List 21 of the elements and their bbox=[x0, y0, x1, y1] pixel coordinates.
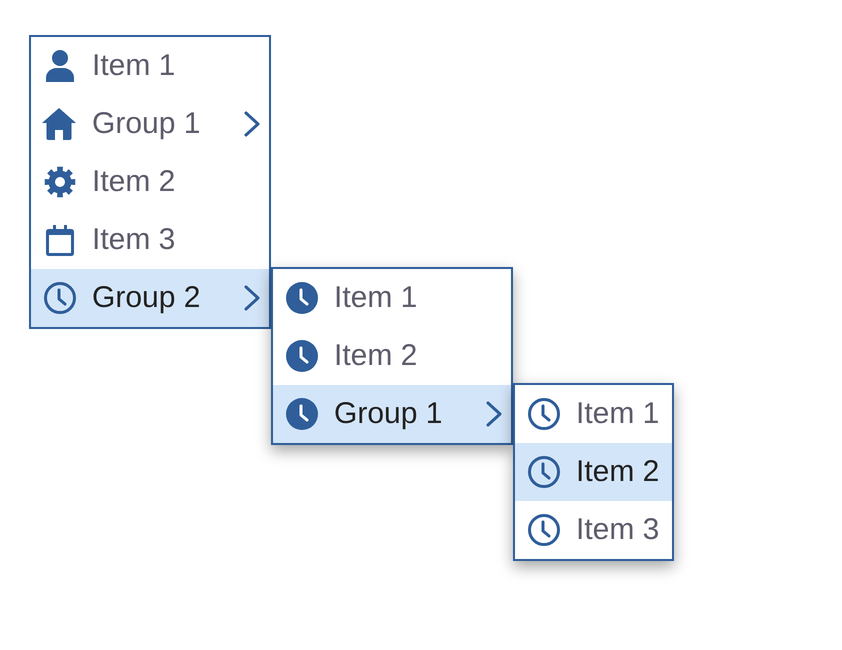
clock-icon bbox=[286, 340, 318, 372]
house-icon bbox=[42, 108, 76, 140]
menu-item[interactable]: Item 2 bbox=[273, 327, 511, 385]
menu-item[interactable]: Item 2 bbox=[515, 443, 672, 501]
clock-icon bbox=[528, 398, 560, 430]
gear-icon bbox=[44, 166, 76, 198]
chevron-right-icon bbox=[486, 401, 502, 427]
clock-icon bbox=[44, 282, 76, 314]
chevron-right-icon bbox=[244, 111, 260, 137]
clock-icon bbox=[286, 282, 318, 314]
clock-icon bbox=[528, 514, 560, 546]
person-icon bbox=[46, 50, 74, 82]
chevron-right-icon bbox=[244, 285, 260, 311]
calendar-icon bbox=[46, 224, 74, 256]
menu-item[interactable]: Item 1 bbox=[515, 385, 672, 443]
clock-icon bbox=[286, 398, 318, 430]
menu-item[interactable]: Item 1 bbox=[273, 269, 511, 327]
submenu-item[interactable]: Group 2 bbox=[31, 269, 269, 327]
submenu-item[interactable]: Group 1 bbox=[273, 385, 511, 443]
menu-item[interactable]: Item 3 bbox=[515, 501, 672, 559]
clock-icon bbox=[528, 456, 560, 488]
